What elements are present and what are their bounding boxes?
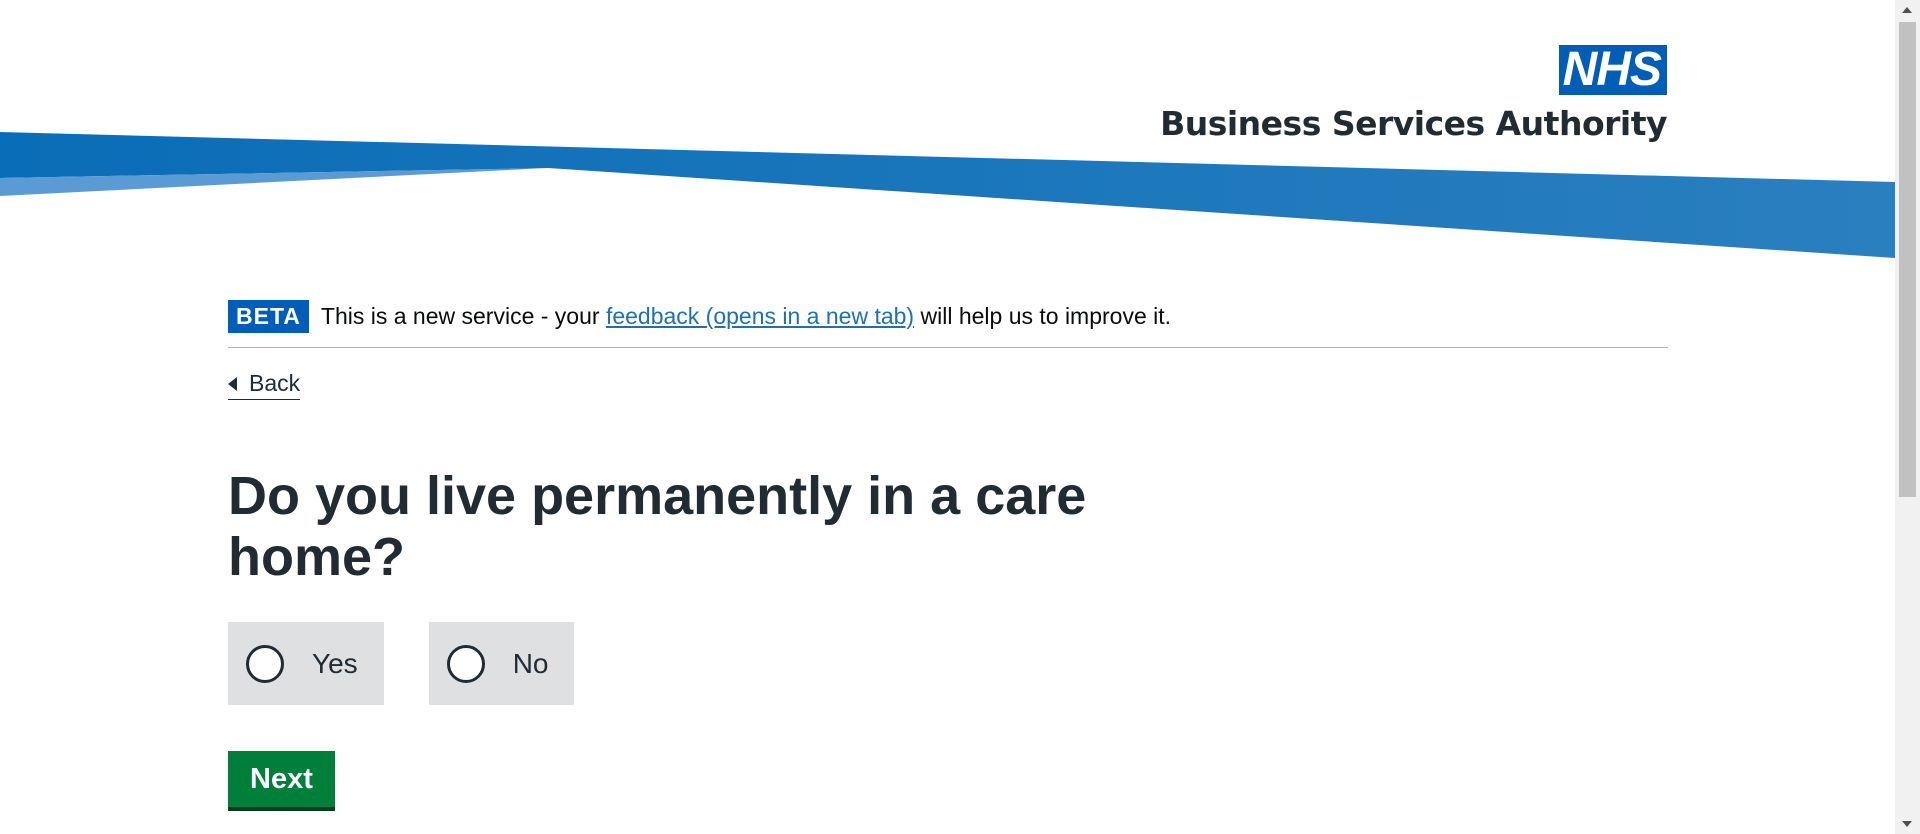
- radio-label-yes: Yes: [312, 647, 358, 679]
- phase-text-after: will help us to improve it.: [914, 302, 1172, 329]
- chevron-left-icon: [228, 376, 237, 391]
- radio-circle-icon[interactable]: [446, 644, 485, 683]
- radio-option-no[interactable]: No: [428, 622, 575, 705]
- radio-circle-icon[interactable]: [246, 644, 284, 683]
- scroll-down-arrow-icon[interactable]: [1902, 821, 1912, 827]
- next-button[interactable]: Next: [228, 751, 335, 807]
- question-heading: Do you live permanently in a care home?: [228, 466, 1087, 587]
- feedback-link[interactable]: feedback (opens in a new tab): [606, 303, 914, 329]
- org-name: Business Services Authority: [1160, 104, 1667, 143]
- back-link-label: Back: [249, 370, 301, 396]
- nhs-bsa-logo[interactable]: NHS Business Services Authority: [1160, 45, 1667, 144]
- radio-group: Yes No: [228, 622, 1668, 705]
- radio-label-no: No: [512, 647, 549, 679]
- nhs-logo-mark: NHS: [1558, 45, 1667, 95]
- radio-option-yes[interactable]: Yes: [228, 622, 384, 705]
- scroll-up-arrow-icon[interactable]: [1902, 7, 1912, 13]
- phase-banner: BETA This is a new service - your feedba…: [228, 299, 1668, 348]
- page: NHS Business Services Authority BETA Thi…: [0, 0, 1920, 834]
- vertical-scrollbar[interactable]: [1895, 0, 1920, 834]
- phase-banner-text: This is a new service - your feedback (o…: [321, 303, 1171, 330]
- phase-text-before: This is a new service - your: [320, 302, 606, 329]
- main-content: BETA This is a new service - your feedba…: [228, 299, 1668, 807]
- scrollbar-thumb[interactable]: [1899, 22, 1916, 497]
- back-link[interactable]: Back: [228, 370, 301, 400]
- header: NHS Business Services Authority: [0, 0, 1895, 270]
- beta-tag: BETA: [228, 299, 309, 333]
